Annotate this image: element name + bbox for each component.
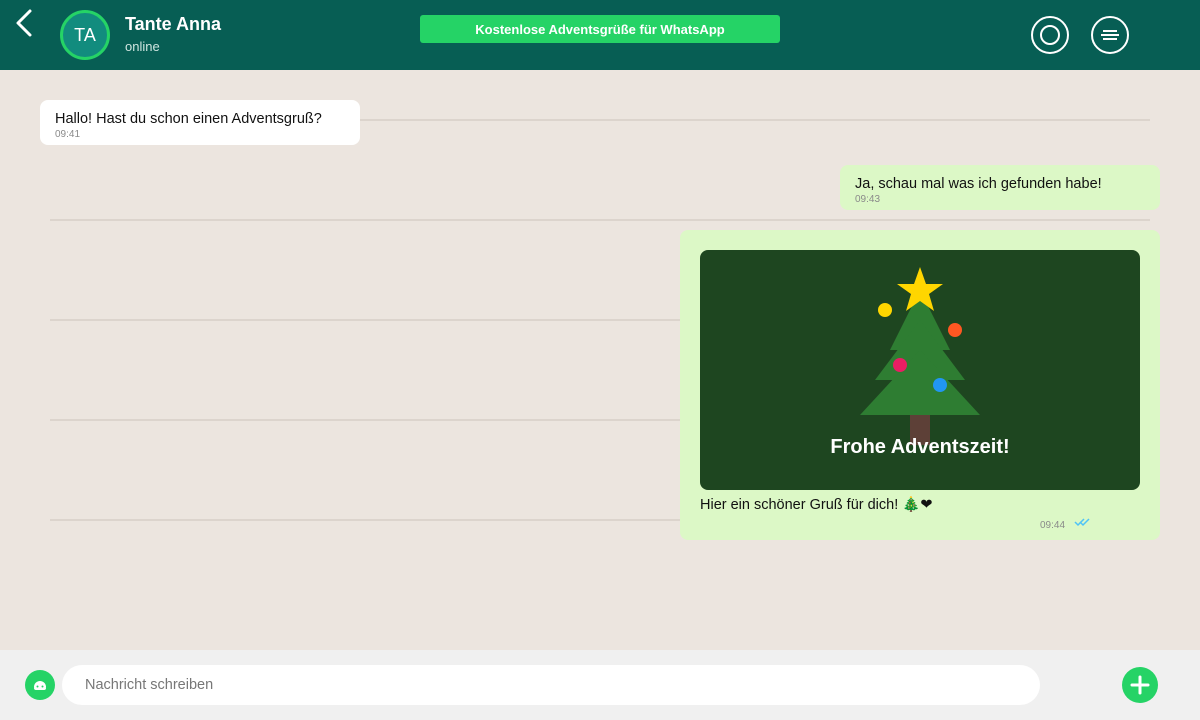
message-text: Hier ein schöner Gruß für dich! 🎄❤: [700, 497, 933, 513]
camera-icon: [1040, 25, 1060, 45]
emoji-button[interactable]: [25, 670, 55, 700]
contact-avatar[interactable]: TA: [60, 10, 110, 60]
attach-button[interactable]: [1122, 667, 1158, 703]
contact-status: online: [125, 39, 160, 54]
chat-divider: [360, 119, 1150, 121]
plus-icon: [1130, 675, 1150, 695]
back-button[interactable]: [12, 8, 36, 40]
avatar-initials: TA: [74, 24, 96, 45]
message-text: Hallo! Hast du schon einen Adventsgruß?: [55, 111, 322, 127]
message-input[interactable]: [62, 665, 1040, 705]
message-time: 09:43: [855, 194, 881, 205]
chat-divider: [50, 519, 680, 521]
contact-name[interactable]: Tante Anna: [125, 14, 221, 35]
menu-button[interactable]: [1091, 16, 1129, 54]
message-bubble-incoming[interactable]: Hallo! Hast du schon einen Adventsgruß? …: [40, 100, 360, 145]
smiley-icon: [34, 681, 46, 690]
menu-icon: [1101, 30, 1119, 40]
chat-divider: [50, 319, 680, 321]
message-time: 09:41: [55, 129, 81, 140]
camera-button[interactable]: [1031, 16, 1069, 54]
promo-banner[interactable]: Kostenlose Adventsgrüße für WhatsApp: [420, 15, 780, 43]
message-bubble-outgoing-image[interactable]: Frohe Adventszeit! Hier ein schöner Gruß…: [680, 230, 1160, 540]
advent-greeting-card[interactable]: Frohe Adventszeit!: [700, 250, 1140, 490]
message-time: 09:44: [1040, 520, 1066, 531]
chat-header: TA Tante Anna online Kostenlose Adventsg…: [0, 0, 1200, 70]
card-title: Frohe Adventszeit!: [830, 436, 1010, 458]
read-receipt-icon: [1074, 518, 1090, 527]
message-bubble-outgoing[interactable]: Ja, schau mal was ich gefunden habe! 09:…: [840, 165, 1160, 210]
chat-area[interactable]: Hallo! Hast du schon einen Adventsgruß? …: [0, 70, 1200, 650]
message-text: Ja, schau mal was ich gefunden habe!: [855, 176, 1102, 192]
promo-banner-label: Kostenlose Adventsgrüße für WhatsApp: [475, 21, 725, 37]
chevron-left-icon: [16, 9, 32, 37]
message-composer: [0, 650, 1200, 720]
chat-divider: [50, 219, 1150, 221]
chat-divider: [50, 419, 680, 421]
